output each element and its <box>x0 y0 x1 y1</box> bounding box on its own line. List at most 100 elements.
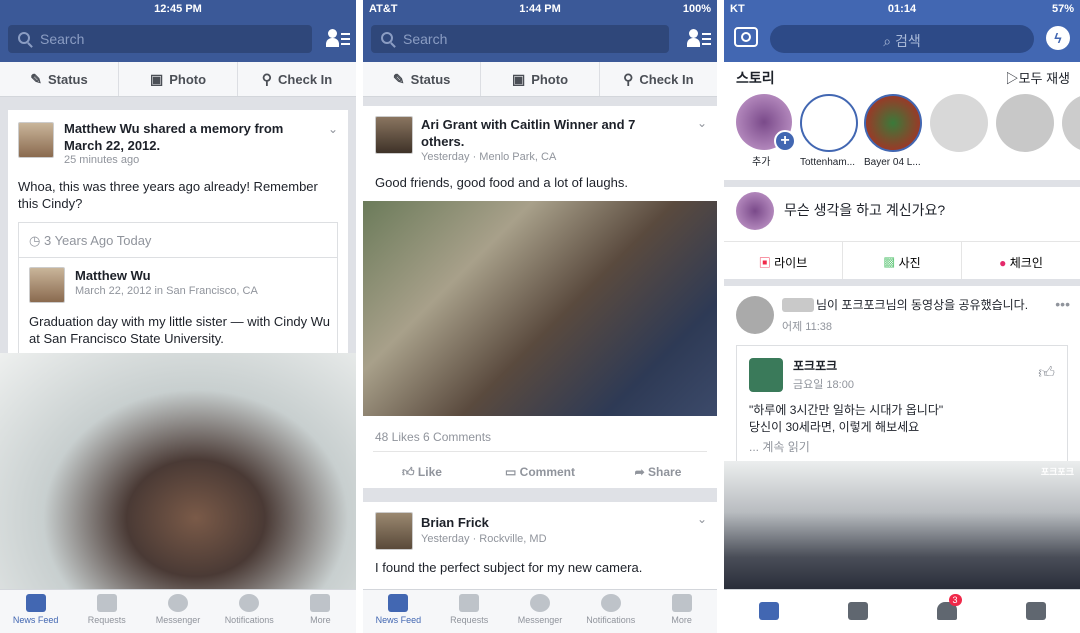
post-text: I found the perfect subject for my new c… <box>375 560 643 575</box>
post-author-line[interactable]: Matthew Wu shared a memory from March 22… <box>64 120 314 154</box>
status-button[interactable]: ✎ Status <box>363 62 482 96</box>
story-label: Tottenham... <box>800 157 856 168</box>
tab-friends[interactable] <box>813 590 902 633</box>
post-author[interactable]: Brian Frick <box>421 514 489 531</box>
tab-more[interactable]: More <box>285 590 356 633</box>
post-text: Whoa, this was three years ago already! … <box>18 179 318 211</box>
more-icon[interactable]: ••• <box>1055 296 1070 312</box>
globe-icon <box>239 594 260 612</box>
post-author-line[interactable]: 님이 포크포크님의 동영상을 공유했습니다. <box>816 297 1061 314</box>
chevron-down-icon[interactable]: ⌄ <box>328 122 338 136</box>
avatar[interactable] <box>29 267 65 303</box>
avatar[interactable] <box>375 116 413 154</box>
photo-button[interactable]: ▣ Photo <box>481 62 600 96</box>
inner-author[interactable]: Matthew Wu <box>75 267 151 284</box>
memory-post: Matthew Wu shared a memory from March 22… <box>8 110 348 353</box>
memory-header: ◷ 3 Years Ago Today <box>29 233 151 249</box>
stories-title: 스토리 <box>736 70 775 86</box>
story-blurred[interactable] <box>930 94 988 152</box>
tab-notifications[interactable]: Notifications <box>575 590 646 633</box>
pin-icon: ⚲ <box>261 70 273 87</box>
composer-prompt[interactable]: 무슨 생각을 하고 계신가요? <box>784 202 945 219</box>
thumbs-up-icon: 👍︎ <box>402 465 418 479</box>
search-input[interactable]: Search <box>8 25 312 53</box>
checkin-button[interactable]: ⚲ Check In <box>238 62 356 96</box>
story-bayer[interactable] <box>864 94 922 152</box>
avatar[interactable] <box>736 192 774 230</box>
page-name[interactable]: 포크포크 <box>793 358 837 375</box>
news-feed-icon <box>388 594 409 612</box>
camera-icon[interactable] <box>734 27 758 47</box>
tab-requests[interactable]: Requests <box>434 590 505 633</box>
post-photo[interactable] <box>363 201 717 416</box>
share-button[interactable]: ➦ Share <box>599 458 717 486</box>
tab-news-feed[interactable] <box>724 590 813 633</box>
photo-button[interactable]: ▣ Photo <box>119 62 238 96</box>
avatar[interactable] <box>375 512 413 550</box>
screen-3: KT 01:14 57% ⌕ 검색 ϟ 스토리 ▷모두 재생 + 추가 Tott… <box>724 0 1080 633</box>
search-input[interactable]: ⌕ 검색 <box>770 25 1034 53</box>
avatar[interactable] <box>18 122 54 158</box>
notification-badge: 3 <box>948 594 962 606</box>
divider <box>717 0 724 633</box>
status-button[interactable]: ✎ Status <box>0 62 119 96</box>
chevron-down-icon[interactable]: ⌄ <box>697 512 707 526</box>
tab-news-feed[interactable]: News Feed <box>363 590 434 633</box>
divider <box>356 0 363 633</box>
top-bar: AT&T 1:44 PM 100% Search <box>363 0 717 62</box>
memory-photo[interactable] <box>0 353 356 589</box>
tab-label: More <box>310 615 331 625</box>
post-meta[interactable]: Yesterday · Rockville, MD <box>421 533 547 545</box>
chevron-down-icon[interactable]: ⌄ <box>697 116 707 130</box>
video-icon: ▣ <box>758 256 775 270</box>
status-label: Status <box>410 71 451 87</box>
story-add[interactable]: + <box>736 94 796 152</box>
story-label: Bayer 04 L... <box>864 157 921 168</box>
shared-card[interactable]: 포크포크 금요일 18:00 👍︎ "하루에 3시간만 일하는 시대가 옵니다"… <box>736 345 1068 461</box>
post-meta[interactable]: Yesterday · Menlo Park, CA <box>421 151 556 163</box>
checkin-button[interactable]: ● 체크인 <box>962 242 1080 279</box>
like-button[interactable]: 👍︎ Like <box>363 458 481 486</box>
share-label: Share <box>648 465 682 479</box>
composer-bar: ✎ Status ▣ Photo ⚲ Check In <box>0 62 356 97</box>
tab-more[interactable] <box>991 590 1080 633</box>
messenger-icon[interactable]: ϟ <box>1046 26 1070 50</box>
tab-requests[interactable]: Requests <box>71 590 142 633</box>
memory-card[interactable]: ◷ 3 Years Ago Today Matthew Wu March 22,… <box>18 222 338 353</box>
comment-button[interactable]: ▭ Comment <box>481 458 599 486</box>
thumbs-up-icon[interactable]: 👍︎ <box>1038 364 1055 383</box>
post-brian-frick: Brian Frick Yesterday · Rockville, MD ⌄ … <box>363 502 717 592</box>
tab-notifications[interactable]: 3 <box>902 590 991 633</box>
divider <box>724 279 1080 286</box>
post-time[interactable]: 어제 11:38 <box>782 318 832 334</box>
tab-messenger[interactable]: Messenger <box>505 590 576 633</box>
camera-icon: ▣ <box>511 70 526 87</box>
read-more-link[interactable]: ... 계속 읽기 <box>749 438 810 455</box>
play-icon: ▷ <box>1005 71 1019 86</box>
friends-list-icon[interactable] <box>326 29 350 49</box>
tab-news-feed[interactable]: News Feed <box>0 590 71 633</box>
post-time[interactable]: 25 minutes ago <box>64 154 139 166</box>
live-button[interactable]: ▣ 라이브 <box>724 242 843 279</box>
tab-messenger[interactable]: Messenger <box>142 590 213 633</box>
friends-list-icon[interactable] <box>687 29 711 49</box>
page-logo[interactable] <box>749 358 783 392</box>
plus-icon: + <box>774 130 796 152</box>
search-input[interactable]: Search <box>371 25 669 53</box>
tab-notifications[interactable]: Notifications <box>214 590 285 633</box>
story-tottenham[interactable] <box>800 94 858 152</box>
photo-button[interactable]: ▩ 사진 <box>843 242 962 279</box>
post-video[interactable]: 포크포크 <box>724 461 1080 589</box>
story-blurred[interactable] <box>1062 94 1080 152</box>
avatar[interactable] <box>736 296 774 334</box>
tab-more[interactable]: More <box>646 590 717 633</box>
play-all-button[interactable]: ▷모두 재생 <box>1006 70 1070 87</box>
tab-label: News Feed <box>375 615 422 625</box>
composer-actions: ▣ 라이브 ▩ 사진 ● 체크인 <box>724 241 1080 279</box>
checkin-button[interactable]: ⚲ Check In <box>600 62 717 96</box>
likes-comments-count[interactable]: 48 Likes 6 Comments <box>375 430 491 444</box>
photo-label: Photo <box>169 71 207 87</box>
story-blurred[interactable] <box>996 94 1054 152</box>
divider <box>19 257 337 258</box>
post-author-line[interactable]: Ari Grant with Caitlin Winner and 7 othe… <box>421 116 681 150</box>
